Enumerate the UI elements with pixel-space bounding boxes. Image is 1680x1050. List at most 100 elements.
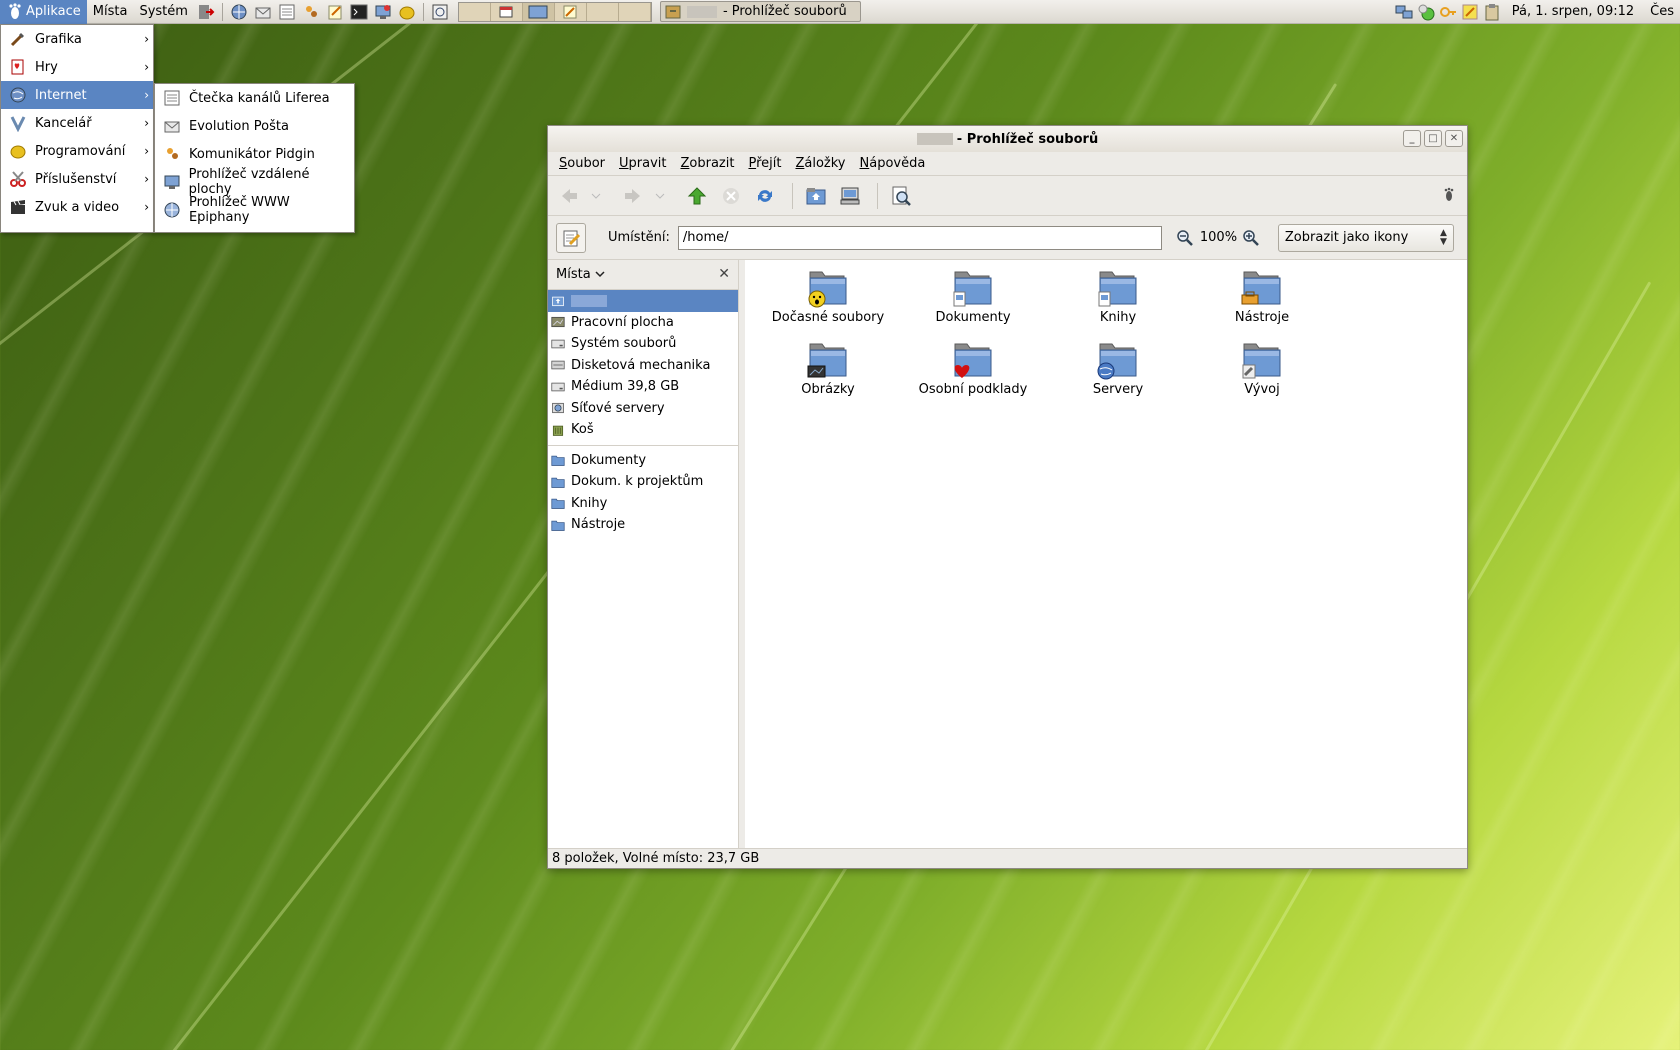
workspace-3[interactable]: [522, 2, 555, 21]
folder-item[interactable]: Obrázky: [753, 338, 903, 397]
close-sidebar-icon[interactable]: ✕: [718, 266, 730, 282]
sidebar-bookmark-item[interactable]: Nástroje: [548, 514, 738, 536]
folder-item[interactable]: Servery: [1043, 338, 1193, 397]
submenu-item[interactable]: Komunikátor Pidgin: [155, 140, 354, 168]
keyboard-layout[interactable]: Čes: [1650, 4, 1674, 19]
menu-nápověda[interactable]: Nápověda: [853, 156, 933, 171]
sidebar-place-item[interactable]: Disketová mechanika: [548, 355, 738, 377]
feed-reader-icon[interactable]: [276, 2, 298, 22]
folder-label: Knihy: [1099, 310, 1137, 325]
workspace-1[interactable]: [458, 2, 491, 21]
forward-history-button[interactable]: [652, 181, 668, 211]
folder-item[interactable]: Dočasné soubory: [753, 266, 903, 325]
panel-menu-applications[interactable]: Aplikace: [0, 0, 87, 24]
sidebar-place-item[interactable]: Koš: [548, 419, 738, 441]
status-icon[interactable]: [1416, 2, 1436, 22]
panel-menu-system[interactable]: Systém: [133, 0, 193, 24]
workspace-6[interactable]: [618, 2, 651, 21]
minimize-button[interactable]: _: [1403, 130, 1421, 147]
folder-item[interactable]: Dokumenty: [898, 266, 1048, 325]
back-history-button[interactable]: [588, 181, 604, 211]
location-input[interactable]: [677, 225, 1162, 250]
sidebar-bookmark-item[interactable]: Dokum. k projektům: [548, 471, 738, 493]
folder-item[interactable]: Knihy: [1043, 266, 1193, 325]
sidebar-place-item[interactable]: [548, 290, 738, 312]
sidebar-place-item[interactable]: Systém souborů: [548, 333, 738, 355]
sidebar-item-label: Knihy: [571, 495, 608, 511]
submenu-item[interactable]: Prohlížeč vzdálené plochy: [155, 167, 354, 197]
zoom-control: 100%: [1176, 229, 1260, 247]
menu-záložky[interactable]: Záložky: [788, 156, 852, 171]
menu-item-hry[interactable]: Hry ›: [1, 53, 153, 81]
sidebar-item-label: Médium 39,8 GB: [571, 379, 680, 395]
window-titlebar[interactable]: - Prohlížeč souborů _ □ ✕: [548, 126, 1467, 152]
clock[interactable]: Pá, 1. srpen, 09:12: [1512, 4, 1634, 19]
toolbar-separator: [877, 182, 878, 209]
menu-přejít[interactable]: Přejít: [741, 156, 788, 171]
network-icon[interactable]: [1394, 2, 1414, 22]
toggle-location-entry-button[interactable]: [556, 222, 586, 253]
sidebar-bookmark-item[interactable]: Dokumenty: [548, 450, 738, 472]
forward-button[interactable]: [618, 181, 648, 211]
menu-upravit[interactable]: Upravit: [612, 156, 673, 171]
folder-item[interactable]: Nástroje: [1187, 266, 1337, 325]
menu-soubor[interactable]: Soubor: [552, 156, 612, 171]
logout-icon[interactable]: [195, 2, 217, 22]
remote-desktop-icon[interactable]: [372, 2, 394, 22]
panel-menu-places[interactable]: Místa: [87, 0, 134, 24]
mail-icon[interactable]: [252, 2, 274, 22]
submenu-item[interactable]: Čtečka kanálů Liferea: [155, 84, 354, 112]
menu-zobrazit[interactable]: Zobrazit: [674, 156, 742, 171]
menu-item-label: Kancelář: [35, 115, 92, 131]
clipboard-icon[interactable]: [1482, 2, 1502, 22]
show-desktop-icon[interactable]: [429, 2, 451, 22]
reload-button[interactable]: [750, 181, 780, 211]
up-button[interactable]: [682, 181, 712, 211]
sidebar-bookmark-item[interactable]: Knihy: [548, 493, 738, 515]
workspace-switcher[interactable]: [457, 1, 652, 22]
folder-item[interactable]: Vývoj: [1187, 338, 1337, 397]
taskbar-file-browser[interactable]: - Prohlížeč souborů: [659, 1, 861, 22]
sidebar-place-item[interactable]: Pracovní plocha: [548, 312, 738, 334]
home-button[interactable]: [801, 181, 831, 211]
computer-button[interactable]: [835, 181, 865, 211]
lemon-icon[interactable]: [396, 2, 418, 22]
menu-item-příslušenství[interactable]: Příslušenství ›: [1, 165, 153, 193]
internet-submenu: Čtečka kanálů Liferea Evolution Pošta Ko…: [154, 83, 355, 233]
terminal-icon[interactable]: [348, 2, 370, 22]
workspace-2[interactable]: [490, 2, 523, 21]
key-icon[interactable]: [1438, 2, 1458, 22]
notes-icon[interactable]: [324, 2, 346, 22]
zoom-out-icon[interactable]: [1176, 229, 1194, 247]
menu-item-zvuk-a-video[interactable]: Zvuk a video ›: [1, 193, 153, 221]
pidgin-icon[interactable]: [300, 2, 322, 22]
browser-icon[interactable]: [228, 2, 250, 22]
view-mode-select[interactable]: Zobrazit jako ikony ▲ ▼: [1277, 223, 1454, 252]
zoom-level[interactable]: 100%: [1200, 230, 1237, 245]
maximize-button[interactable]: □: [1424, 130, 1442, 147]
search-button[interactable]: [886, 181, 916, 211]
menu-item-kancelář[interactable]: Kancelář ›: [1, 109, 153, 137]
workspace-4[interactable]: [554, 2, 587, 21]
close-button[interactable]: ✕: [1445, 130, 1463, 147]
stop-button[interactable]: [716, 181, 746, 211]
menu-item-internet[interactable]: Internet ›: [1, 81, 153, 109]
submenu-item[interactable]: Evolution Pošta: [155, 112, 354, 140]
sidebar-place-item[interactable]: Síťové servery: [548, 398, 738, 420]
folder-item[interactable]: Osobní podklady: [898, 338, 1048, 397]
chevron-right-icon: ›: [144, 172, 149, 186]
submenu-item[interactable]: Prohlížeč WWW Epiphany: [155, 195, 354, 225]
up-arrow-icon: [687, 186, 707, 204]
zoom-in-icon[interactable]: [1242, 229, 1260, 247]
chevron-right-icon: ›: [144, 60, 149, 74]
workspace-5[interactable]: [586, 2, 619, 21]
notes-icon[interactable]: [1460, 2, 1480, 22]
back-button[interactable]: [554, 181, 584, 211]
menu-item-grafika[interactable]: Grafika ›: [1, 25, 153, 53]
sidebar-place-item[interactable]: Médium 39,8 GB: [548, 376, 738, 398]
submenu-item-label: Komunikátor Pidgin: [189, 146, 315, 162]
sidebar-title-select[interactable]: Místa: [556, 267, 605, 282]
clapper-icon: [7, 196, 29, 218]
taskbar-title: - Prohlížeč souborů: [722, 4, 847, 19]
menu-item-programování[interactable]: Programování ›: [1, 137, 153, 165]
